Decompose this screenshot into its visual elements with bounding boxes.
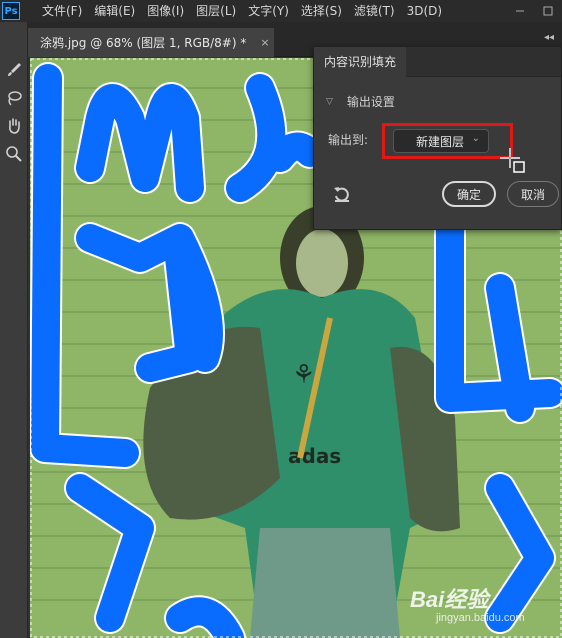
menu-filter[interactable]: 滤镜(T) xyxy=(348,0,401,22)
close-icon[interactable]: × xyxy=(260,36,269,49)
brush-icon xyxy=(8,63,21,76)
svg-text:⚘: ⚘ xyxy=(292,360,315,390)
zoom-tool[interactable] xyxy=(2,142,26,166)
menu-select[interactable]: 选择(S) xyxy=(295,0,348,22)
cancel-button[interactable]: 取消 xyxy=(507,181,559,207)
menu-edit[interactable]: 编辑(E) xyxy=(88,0,141,22)
menu-items: 文件(F) 编辑(E) 图像(I) 图层(L) 文字(Y) 选择(S) 滤镜(T… xyxy=(36,0,448,22)
minimize-button[interactable] xyxy=(506,0,534,22)
document-tab[interactable]: 涂鸦.jpg @ 68% (图层 1, RGB/8#) * × xyxy=(28,28,274,57)
lasso-tool[interactable] xyxy=(2,86,26,110)
maximize-icon xyxy=(543,6,553,16)
menu-file[interactable]: 文件(F) xyxy=(36,0,88,22)
ok-button[interactable]: 确定 xyxy=(442,181,496,207)
chevron-down-icon[interactable]: ▽ xyxy=(326,97,333,107)
menu-3d[interactable]: 3D(D) xyxy=(401,0,448,22)
annotation-highlight-box xyxy=(382,123,513,159)
document-tab-title: 涂鸦.jpg @ 68% (图层 1, RGB/8#) * xyxy=(40,36,247,50)
svg-text:adas: adas xyxy=(288,444,341,468)
crosshair-cursor-icon xyxy=(500,148,525,173)
photoshop-logo: Ps xyxy=(2,2,20,20)
menu-bar: Ps 文件(F) 编辑(E) 图像(I) 图层(L) 文字(Y) 选择(S) 滤… xyxy=(0,0,562,22)
output-to-label: 输出到: xyxy=(328,133,369,147)
menu-type[interactable]: 文字(Y) xyxy=(242,0,295,22)
tools-panel xyxy=(0,22,28,638)
maximize-button[interactable] xyxy=(534,0,562,22)
section-title: 输出设置 xyxy=(346,95,395,109)
hand-tool[interactable] xyxy=(2,114,26,138)
reset-icon[interactable] xyxy=(332,184,352,204)
lasso-icon xyxy=(8,91,22,106)
menu-layer[interactable]: 图层(L) xyxy=(190,0,242,22)
window-controls xyxy=(506,0,562,22)
output-settings-section[interactable]: ▽ 输出设置 xyxy=(326,93,395,110)
baidu-watermark: Bai经验 jingyan.baidu.com xyxy=(410,582,560,632)
minimize-icon xyxy=(516,10,524,12)
panel-header: 内容识别填充 xyxy=(314,47,561,77)
panel-title[interactable]: 内容识别填充 xyxy=(314,47,407,77)
menu-image[interactable]: 图像(I) xyxy=(141,0,190,22)
collapse-panels-icon[interactable]: ◂◂ xyxy=(544,32,554,43)
zoom-icon xyxy=(6,146,22,162)
brush-tool[interactable] xyxy=(2,58,26,82)
watermark-sub: jingyan.baidu.com xyxy=(436,612,525,624)
content-aware-fill-panel: 内容识别填充 ▽ 输出设置 输出到: 新建图层 ⌄ 确定 取消 xyxy=(313,46,562,230)
watermark-main: Bai经验 xyxy=(410,587,489,612)
hand-icon xyxy=(9,118,20,134)
